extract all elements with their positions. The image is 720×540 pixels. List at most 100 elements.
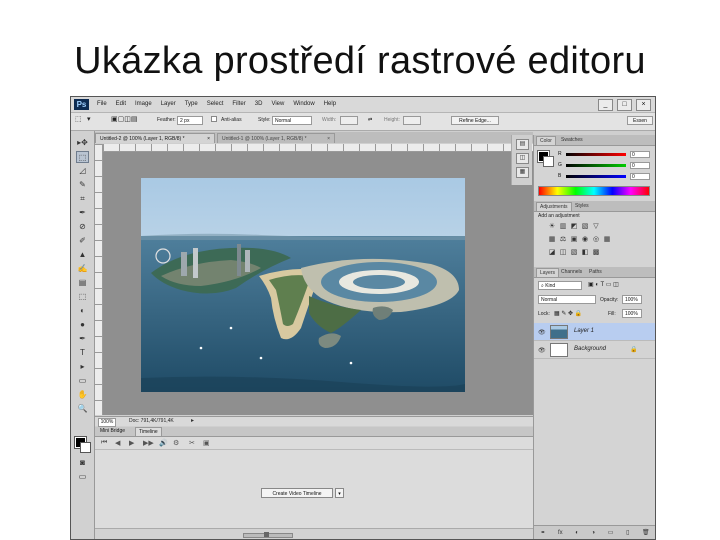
posterize-icon[interactable]: ◫ xyxy=(559,249,567,257)
workspace-switcher[interactable]: Essen xyxy=(627,116,653,125)
color-lookup-icon[interactable]: ▦ xyxy=(603,236,611,244)
tab-layers[interactable]: Layers xyxy=(536,268,560,277)
move-tool-icon[interactable]: ▸✥ xyxy=(76,137,89,149)
opacity-input[interactable]: 100% xyxy=(622,295,642,304)
red-slider[interactable]: R 0 xyxy=(558,151,654,158)
settings-icon[interactable]: ⚙ xyxy=(173,439,179,447)
refine-edge-button[interactable]: Refine Edge... xyxy=(451,116,499,125)
status-menu-arrow-icon[interactable]: ▸ xyxy=(191,417,194,424)
tab-adjustments[interactable]: Adjustments xyxy=(536,202,572,211)
levels-icon[interactable]: ▥ xyxy=(559,223,567,231)
history-brush-tool-icon[interactable]: ✍ xyxy=(76,263,89,275)
hue-saturation-icon[interactable]: ▦ xyxy=(548,236,556,244)
type-tool-icon[interactable]: T xyxy=(76,347,89,359)
height-input[interactable] xyxy=(403,116,421,125)
pen-tool-icon[interactable]: ✒ xyxy=(76,333,89,345)
selective-color-icon[interactable]: ▩ xyxy=(592,249,600,257)
dodge-tool-icon[interactable]: ● xyxy=(76,319,89,331)
close-tab-icon[interactable]: × xyxy=(327,134,330,144)
maximize-button[interactable]: □ xyxy=(617,99,632,111)
canvas-image[interactable] xyxy=(141,178,465,392)
feather-input[interactable]: 2 px xyxy=(177,116,203,125)
path-selection-tool-icon[interactable]: ▸ xyxy=(76,361,89,373)
photo-filter-icon[interactable]: ◉ xyxy=(581,236,589,244)
properties-panel-icon[interactable]: ◫ xyxy=(516,153,529,164)
canvas-area[interactable] xyxy=(103,152,533,415)
brush-tool-icon[interactable]: ✐ xyxy=(76,235,89,247)
play-icon[interactable]: ▶ xyxy=(129,439,134,447)
hand-tool-icon[interactable]: ✋ xyxy=(76,389,89,401)
link-layers-icon[interactable]: ⚭ xyxy=(540,529,545,536)
swap-icon[interactable]: ⇄ xyxy=(368,117,372,123)
vertical-ruler[interactable] xyxy=(95,144,103,415)
menu-file[interactable]: File xyxy=(97,101,107,107)
horizontal-ruler[interactable] xyxy=(103,144,533,152)
red-track[interactable] xyxy=(566,153,626,156)
blur-tool-icon[interactable]: ◐ xyxy=(76,305,89,317)
vibrance-icon[interactable]: ▽ xyxy=(592,223,600,231)
adjustment-layer-icon[interactable]: ◑ xyxy=(592,530,596,536)
menu-help[interactable]: Help xyxy=(324,101,336,107)
zoom-field[interactable]: 100% xyxy=(98,418,116,427)
tool-preset-dropdown-icon[interactable]: ▾ xyxy=(87,115,91,123)
layer-row-background[interactable]: 👁 Background 🔒 xyxy=(534,341,655,359)
new-layer-icon[interactable]: ▯ xyxy=(626,529,629,536)
green-value[interactable]: 0 xyxy=(630,162,650,169)
audio-icon[interactable]: 🔊 xyxy=(159,439,168,447)
create-timeline-dropdown[interactable]: ▾ xyxy=(335,488,344,498)
exposure-icon[interactable]: ▧ xyxy=(581,223,589,231)
blue-track[interactable] xyxy=(566,175,626,178)
screen-mode-icon[interactable]: ▭ xyxy=(76,471,89,483)
channel-mixer-icon[interactable]: ◎ xyxy=(592,236,600,244)
width-input[interactable] xyxy=(340,116,358,125)
red-value[interactable]: 0 xyxy=(630,151,650,158)
selection-mode-icons[interactable]: ▣▢◫▤ xyxy=(111,115,137,123)
new-group-icon[interactable]: ▭ xyxy=(608,529,614,536)
style-select[interactable]: Normal xyxy=(272,116,312,125)
tab-color[interactable]: Color xyxy=(536,136,556,145)
shape-tool-icon[interactable]: ▭ xyxy=(76,375,89,387)
tab-untitled-1[interactable]: Untitled-1 @ 100% (Layer 1, RGB/8) * × xyxy=(217,133,335,143)
marquee-tool-icon[interactable]: ⬚ xyxy=(76,151,89,163)
lasso-tool-icon[interactable]: ◿ xyxy=(76,165,89,177)
layer-mask-icon[interactable]: ◐ xyxy=(575,530,579,536)
actions-panel-icon[interactable]: ▦ xyxy=(516,167,529,178)
background-color-swatch[interactable] xyxy=(80,442,91,453)
next-frame-icon[interactable]: ▶▶ xyxy=(143,439,154,447)
blend-mode-select[interactable]: Normal xyxy=(538,295,596,304)
blue-value[interactable]: 0 xyxy=(630,173,650,180)
zoom-tool-icon[interactable]: 🔍 xyxy=(76,403,89,415)
menu-image[interactable]: Image xyxy=(135,101,152,107)
layer-style-icon[interactable]: fx xyxy=(558,530,563,536)
eyedropper-tool-icon[interactable]: ✒ xyxy=(76,207,89,219)
healing-brush-tool-icon[interactable]: ⊘ xyxy=(76,221,89,233)
tab-mini-bridge[interactable]: Mini Bridge xyxy=(97,427,128,436)
clone-stamp-tool-icon[interactable]: ▲ xyxy=(76,249,89,261)
close-button[interactable]: × xyxy=(636,99,651,111)
gradient-map-icon[interactable]: ◧ xyxy=(581,249,589,257)
green-track[interactable] xyxy=(566,164,626,167)
color-bg-swatch[interactable] xyxy=(543,156,554,167)
tab-timeline[interactable]: Timeline xyxy=(135,427,162,436)
blue-slider[interactable]: B 0 xyxy=(558,173,654,180)
menu-edit[interactable]: Edit xyxy=(116,101,126,107)
lock-icons[interactable]: ▦ ✎ ✥ 🔒 xyxy=(554,310,582,317)
green-slider[interactable]: G 0 xyxy=(558,162,654,169)
quick-mask-icon[interactable]: ◙ xyxy=(76,457,89,469)
invert-icon[interactable]: ◪ xyxy=(548,249,556,257)
menu-3d[interactable]: 3D xyxy=(255,101,263,107)
close-tab-icon[interactable]: × xyxy=(207,134,210,144)
marquee-tool-icon[interactable]: ⬚ xyxy=(75,115,82,123)
create-video-timeline-button[interactable]: Create Video Timeline xyxy=(261,488,333,498)
menu-window[interactable]: Window xyxy=(293,101,314,107)
tab-swatches[interactable]: Swatches xyxy=(558,136,586,145)
menu-view[interactable]: View xyxy=(271,101,284,107)
minimize-button[interactable]: _ xyxy=(598,99,613,111)
antialias-checkbox[interactable] xyxy=(211,116,217,122)
color-balance-icon[interactable]: ⚖ xyxy=(559,236,567,244)
fill-input[interactable]: 100% xyxy=(622,309,642,318)
threshold-icon[interactable]: ▧ xyxy=(570,249,578,257)
split-icon[interactable]: ✂ xyxy=(189,439,195,447)
curves-icon[interactable]: ◩ xyxy=(570,223,578,231)
layer-row-layer-1[interactable]: 👁 Layer 1 xyxy=(534,323,655,341)
